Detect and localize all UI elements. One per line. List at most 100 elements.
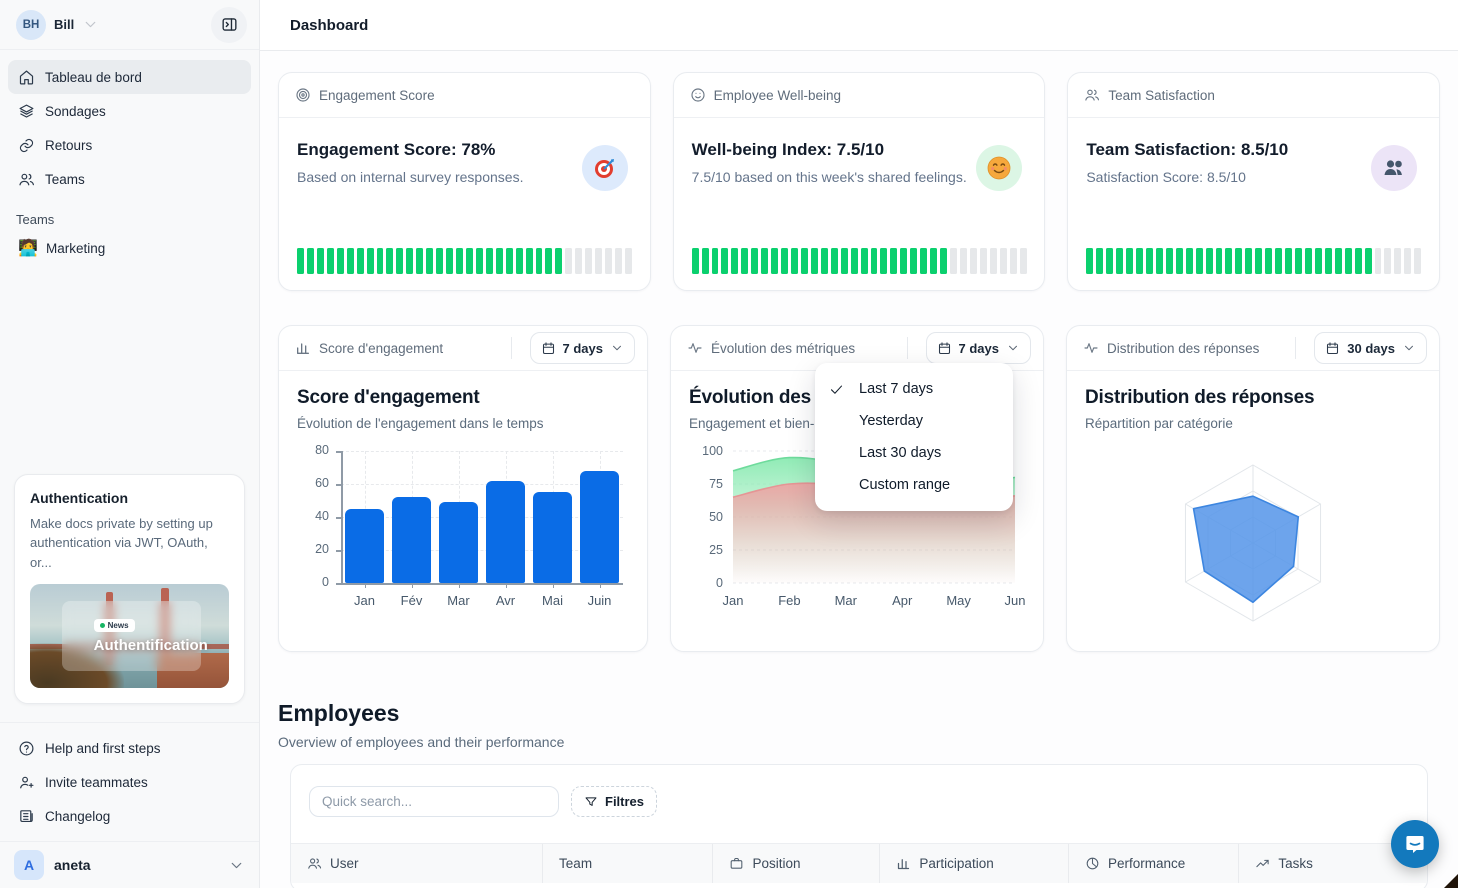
sidebar-item-help[interactable]: Help and first steps [8,731,251,765]
sidebar-section-teams: Teams [16,212,259,227]
range-selector-button[interactable]: 7 days [530,332,635,364]
card-header-label: Distribution des réponses [1107,341,1287,356]
technologist-emoji: 🧑‍💻 [18,238,36,258]
calendar-icon [937,341,952,356]
column-header-team[interactable]: Team [542,844,712,883]
range-selector-button[interactable]: 30 days [1314,332,1427,364]
svg-text:100: 100 [702,445,723,458]
card-header-label: Engagement Score [319,88,638,103]
promo-description: Make docs private by setting up authenti… [30,514,229,573]
chevron-down-icon [228,857,245,874]
svg-text:Apr: Apr [892,593,913,608]
sidebar-item-invite[interactable]: Invite teammates [8,765,251,799]
divider [907,337,908,359]
menu-item-last-30-days[interactable]: Last 30 days [815,437,1013,469]
target-icon [295,87,311,103]
green-dot-icon [100,623,105,628]
bar-chart-icon [295,340,311,356]
card-header-label: Team Satisfaction [1108,88,1427,103]
table-header-row: User Team Position Participation [291,843,1427,883]
sidebar-bottom-nav: Help and first steps Invite teammates Ch… [0,722,259,841]
column-header-user[interactable]: User [291,844,542,883]
menu-item-last-7-days[interactable]: Last 7 days [815,373,1013,405]
column-header-performance[interactable]: Performance [1068,844,1238,883]
sidebar-item-label: Teams [45,172,85,187]
funnel-icon [584,795,598,809]
promo-title: Authentication [30,490,229,506]
smiling-face-emoji [976,145,1022,191]
sidebar-collapse-button[interactable] [211,7,247,43]
engagement-chart-card: Score d'engagement 7 days Score d'engage… [278,325,648,652]
promo-image-title: Authentification [94,637,208,654]
date-range-dropdown-menu: Last 7 days Yesterday Last 30 days Custo… [815,363,1013,511]
employees-table-card: Filtres User Team Position [290,764,1428,888]
responses-radar-chart [1085,445,1421,645]
range-selector-button[interactable]: 7 days [926,332,1031,364]
trend-up-icon [1255,856,1270,871]
user-name[interactable]: Bill [54,17,74,32]
user-plus-icon [18,774,35,791]
topbar: Dashboard [260,0,1458,51]
mouse-cursor [1444,874,1458,888]
engagement-score-card: Engagement Score Engagement Score: 78% B… [278,72,651,291]
chat-bubble-icon [1403,832,1427,856]
sidebar-spacer [0,265,259,474]
pie-chart-icon [1085,856,1100,871]
responses-distribution-card: Distribution des réponses 30 days Distri… [1066,325,1440,652]
workspace-switcher[interactable]: A aneta [0,841,259,888]
help-circle-icon [18,740,35,757]
svg-text:Mar: Mar [835,593,858,608]
home-icon [18,69,35,86]
app-window: BH Bill Tableau de bord Sondages Retours [0,0,1458,888]
satisfaction-progress-bar [1086,248,1421,274]
engagement-progress-bar [297,248,632,274]
sidebar-item-label: Sondages [45,104,106,119]
chat-launcher-button[interactable] [1391,820,1439,868]
svg-text:25: 25 [709,543,723,557]
activity-icon [1083,340,1099,356]
user-avatar[interactable]: BH [16,10,46,40]
stat-cards-row: Engagement Score Engagement Score: 78% B… [278,72,1440,291]
menu-item-yesterday[interactable]: Yesterday [815,405,1013,437]
chevron-down-icon [610,341,624,355]
sidebar-item-tableau-de-bord[interactable]: Tableau de bord [8,60,251,94]
stat-title: Team Satisfaction: 8.5/10 [1086,140,1421,160]
sidebar-teams-list: 🧑‍💻 Marketing [0,231,259,265]
divider [511,337,512,359]
column-header-participation[interactable]: Participation [879,844,1068,883]
svg-text:Jan: Jan [723,593,744,608]
svg-text:Jun: Jun [1005,593,1025,608]
calendar-icon [1325,341,1340,356]
busts-emoji [1371,145,1417,191]
sidebar: BH Bill Tableau de bord Sondages Retours [0,0,260,888]
panel-collapse-icon [220,15,239,34]
table-toolbar: Filtres [291,765,1427,817]
column-header-position[interactable]: Position [712,844,879,883]
chart-subtitle: Répartition par catégorie [1085,416,1421,431]
stat-title: Engagement Score: 78% [297,140,632,160]
main-area: Dashboard Engagement Score Engagement Sc… [260,0,1458,888]
chart-subtitle: Évolution de l'engagement dans le temps [297,416,629,431]
menu-item-custom-range[interactable]: Custom range [815,469,1013,501]
news-badge: News [94,619,135,632]
calendar-icon [541,341,556,356]
check-icon [829,382,851,397]
card-header-label: Employee Well-being [714,88,1033,103]
chevron-down-icon[interactable] [82,16,99,33]
sidebar-item-sondages[interactable]: Sondages [8,94,251,128]
search-input[interactable] [309,786,559,817]
briefcase-icon [729,856,744,871]
sidebar-item-changelog[interactable]: Changelog [8,799,251,833]
link-icon [18,137,35,154]
promo-image[interactable]: News Authentification [30,584,229,688]
chevron-down-icon [1402,341,1416,355]
sidebar-item-label: Tableau de bord [45,70,142,85]
filters-button[interactable]: Filtres [571,786,657,817]
team-satisfaction-card: Team Satisfaction Team Satisfaction: 8.5… [1067,72,1440,291]
sidebar-item-teams[interactable]: Teams [8,162,251,196]
sidebar-header: BH Bill [0,0,259,50]
svg-text:50: 50 [709,510,723,524]
sidebar-item-retours[interactable]: Retours [8,128,251,162]
authentication-promo-card[interactable]: Authentication Make docs private by sett… [14,474,245,705]
sidebar-item-marketing[interactable]: 🧑‍💻 Marketing [8,231,251,265]
